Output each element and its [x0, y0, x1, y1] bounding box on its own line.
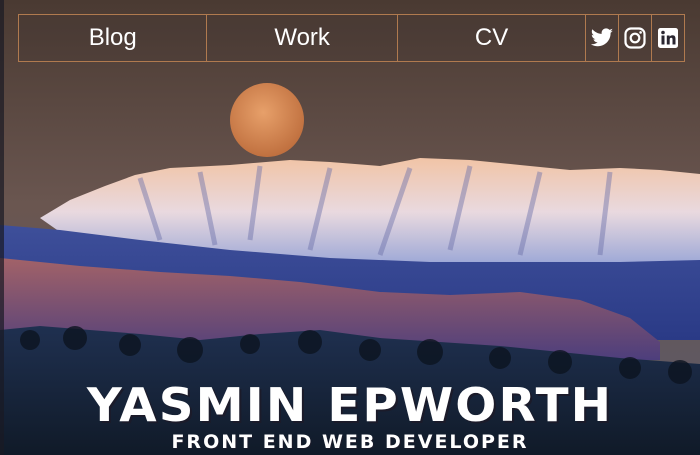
site-owner-role: FRONT END WEB DEVELOPER: [171, 431, 529, 453]
moon: [230, 83, 304, 157]
hero-title-block: YASMIN EPWORTH FRONT END WEB DEVELOPER: [0, 380, 700, 454]
linkedin-icon: [658, 28, 679, 48]
linkedin-link[interactable]: [652, 14, 686, 62]
main-nav: Blog Work CV: [18, 14, 686, 62]
nav-cv-link[interactable]: CV: [397, 14, 587, 62]
twitter-link[interactable]: [586, 14, 620, 62]
site-owner-name: YASMIN EPWORTH: [86, 378, 614, 432]
nav-work-link[interactable]: Work: [207, 14, 398, 62]
instagram-icon: [624, 27, 646, 49]
instagram-link[interactable]: [619, 14, 653, 62]
twitter-icon: [591, 28, 614, 47]
nav-blog-link[interactable]: Blog: [18, 14, 208, 62]
